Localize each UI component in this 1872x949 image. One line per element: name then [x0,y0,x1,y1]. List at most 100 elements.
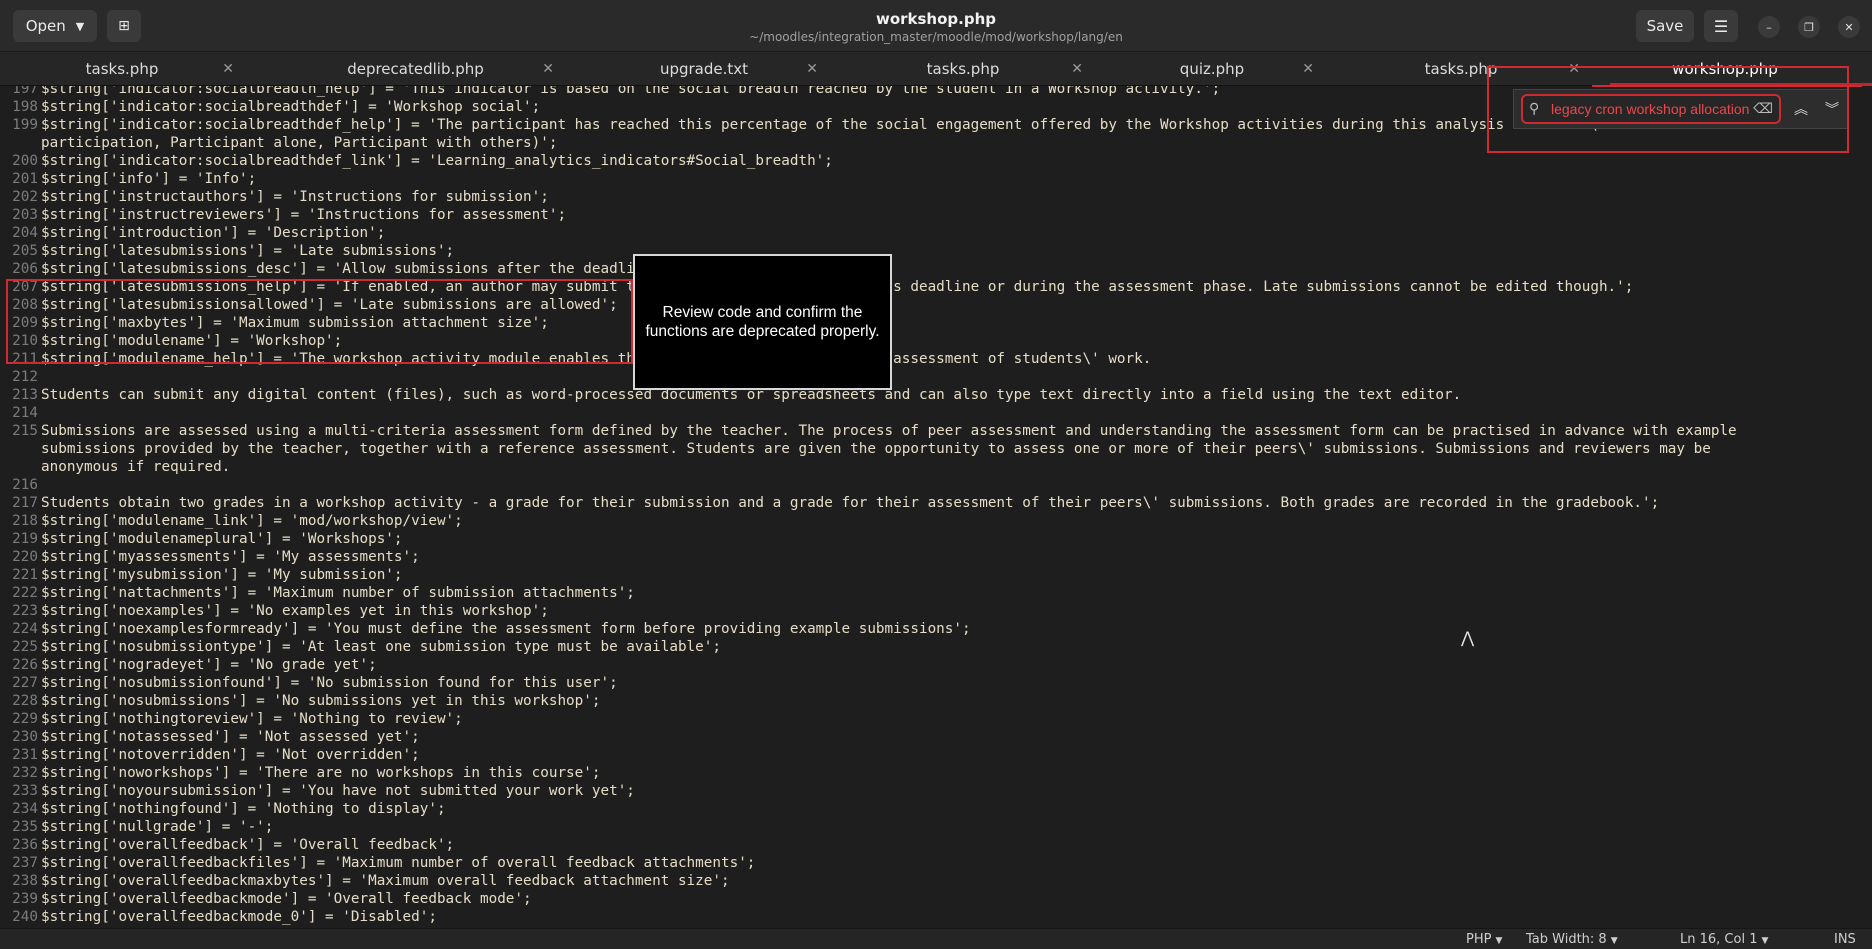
maximize-button[interactable]: ❐ [1798,16,1820,38]
line-text: Submissions are assessed using a multi-c… [41,423,1737,439]
line-number: 237 [12,855,38,871]
code-line: 202 $string['instructauthors'] = 'Instruc… [0,188,1872,206]
cursor-position-label: Ln 16, Col 1 [1680,932,1758,947]
line-number: 238 [12,873,38,889]
line-text: $string['overallfeedback'] = 'Overall fe… [41,837,455,853]
line-text: $string['mysubmission'] = 'My submission… [41,567,403,583]
tab-width-label: Tab Width: 8 [1526,932,1607,947]
code-line: 216 [0,476,1872,494]
tab-close-icon[interactable]: ✕ [542,61,554,77]
minimize-button[interactable]: – [1758,16,1780,38]
line-text: $string['indicator:socialbreadth_help'] … [41,86,1221,97]
language-label: PHP [1466,932,1492,947]
line-number: 221 [12,567,38,583]
line-number: 225 [12,639,38,655]
line-text: $string['overallfeedbackmode'] = 'Overal… [41,891,532,907]
line-number: 233 [12,783,38,799]
line-text: $string['info'] = 'Info'; [41,171,257,187]
line-text: submissions provided by the teacher, tog… [41,441,1711,457]
line-number: 212 [12,369,38,385]
line-text: $string['nothingfound'] = 'Nothing to di… [41,801,446,817]
tab-close-icon[interactable]: ✕ [1071,61,1083,77]
tab-width-selector[interactable]: Tab Width: 8 ▼ [1526,932,1618,947]
code-line: 233 $string['noyoursubmission'] = 'You ha… [0,782,1872,800]
line-number: 232 [12,765,38,781]
line-text: $string['introduction'] = 'Description'; [41,225,386,241]
code-line: 236 $string['overallfeedback'] = 'Overall… [0,836,1872,854]
tab-tasks-2[interactable]: tasks.php ✕ [833,52,1093,86]
minimize-icon: – [1766,20,1772,34]
line-text: $string['notoverridden'] = 'Not overridd… [41,747,420,763]
save-button[interactable]: Save [1636,10,1694,42]
code-line: 217 Students obtain two grades in a works… [0,494,1872,512]
code-line: 229 $string['nothingtoreview'] = 'Nothing… [0,710,1872,728]
code-line: 231 $string['notoverridden'] = 'Not overr… [0,746,1872,764]
line-number: 230 [12,729,38,745]
line-number: 234 [12,801,38,817]
instruction-text: Review code and confirm the functions ar… [645,304,880,340]
line-text: $string['nosubmissions'] = 'No submissio… [41,693,601,709]
chevron-down-icon: ▼ [1610,936,1618,946]
text-cursor-icon: ⋀ [1461,628,1475,647]
cursor-position-selector[interactable]: Ln 16, Col 1 ▼ [1680,932,1768,947]
line-text: anonymous if required. [41,459,231,475]
line-number: 200 [12,153,38,169]
insert-mode-label: INS [1834,932,1856,947]
line-number: 220 [12,549,38,565]
tab-deprecatedlib[interactable]: deprecatedlib.php ✕ [267,52,564,86]
line-text: $string['nothingtoreview'] = 'Nothing to… [41,711,463,727]
line-text: $string['noexamplesformready'] = 'You mu… [41,621,971,637]
code-line: 219 $string['modulenameplural'] = 'Worksh… [0,530,1872,548]
code-line: submissions provided by the teacher, tog… [0,440,1872,458]
code-line: 214 [0,404,1872,422]
line-text: $string['latesubmissions'] = 'Late submi… [41,243,455,259]
new-tab-button[interactable]: ⊞ [107,10,141,42]
line-text: $string['instructreviewers'] = 'Instruct… [41,207,567,223]
tab-upgrade[interactable]: upgrade.txt ✕ [580,52,828,86]
main-menu-button[interactable]: ☰ [1704,10,1738,42]
tab-close-icon[interactable]: ✕ [222,61,234,77]
code-line: 239 $string['overallfeedbackmode'] = 'Ove… [0,890,1872,908]
line-number: 236 [12,837,38,853]
line-number: 203 [12,207,38,223]
line-text: participation, Participant alone, Partic… [41,135,558,151]
line-number: 218 [12,513,38,529]
line-text: $string['modulenameplural'] = 'Workshops… [41,531,403,547]
close-window-button[interactable]: ✕ [1838,16,1860,38]
line-number: 197 [12,86,38,97]
code-line: 235 $string['nullgrade'] = '-'; [0,818,1872,836]
tab-close-icon[interactable]: ✕ [1302,61,1314,77]
line-number: 222 [12,585,38,601]
file-path: ~/moodles/integration_master/moodle/mod/… [749,30,1123,44]
tab-quiz[interactable]: quiz.php ✕ [1100,52,1324,86]
line-number: 215 [12,423,38,439]
close-icon: ✕ [1844,20,1854,34]
line-number: 228 [12,693,38,709]
line-number: 205 [12,243,38,259]
line-text: $string['nosubmissionfound'] = 'No submi… [41,675,618,691]
open-button[interactable]: Open ▼ [13,10,97,42]
new-tab-icon: ⊞ [118,18,130,34]
tab-close-icon[interactable]: ✕ [806,61,818,77]
code-line: 206 $string['latesubmissions_desc'] = 'Al… [0,260,1872,278]
line-text: $string['nullgrade'] = '-'; [41,819,274,835]
code-line: 237 $string['overallfeedbackfiles'] = 'Ma… [0,854,1872,872]
code-line: 225 $string['nosubmissiontype'] = 'At lea… [0,638,1872,656]
code-editor[interactable]: 197 $string['indicator:socialbreadth_help… [0,86,1872,928]
code-line: 215 Submissions are assessed using a mult… [0,422,1872,440]
code-line: 227 $string['nosubmissionfound'] = 'No su… [0,674,1872,692]
tab-tasks-1[interactable]: tasks.php ✕ [0,52,244,86]
chevron-down-icon: ▼ [75,19,85,33]
language-selector[interactable]: PHP ▼ [1466,932,1502,947]
line-number: 199 [12,117,38,133]
line-number: 219 [12,531,38,547]
code-line: 232 $string['noworkshops'] = 'There are n… [0,764,1872,782]
line-text: $string['noexamples'] = 'No examples yet… [41,603,549,619]
line-text: $string['overallfeedbackmode_0'] = 'Disa… [41,909,437,925]
line-text: $string['nosubmissiontype'] = 'At least … [41,639,721,655]
line-text: $string['notassessed'] = 'Not assessed y… [41,729,420,745]
tab-label: tasks.php [926,60,1000,78]
code-line: 213 Students can submit any digital conte… [0,386,1872,404]
line-text: $string['latesubmissions_desc'] = 'Allow… [41,261,670,277]
line-number: 231 [12,747,38,763]
